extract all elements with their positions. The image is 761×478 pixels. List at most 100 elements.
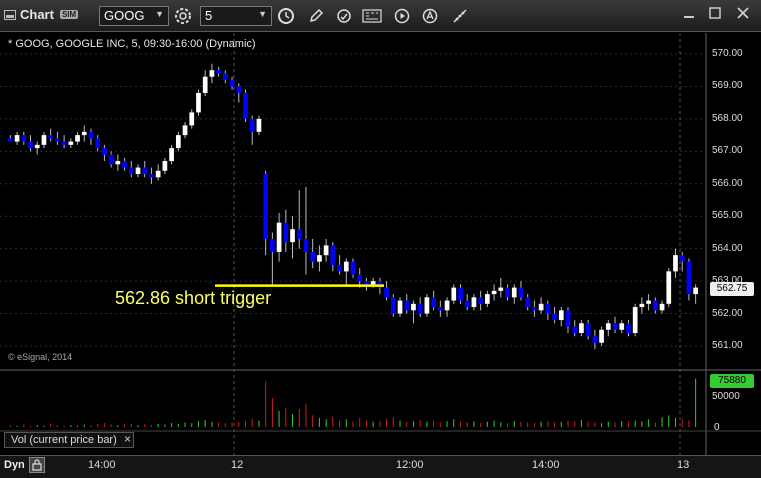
candle-body bbox=[471, 297, 477, 308]
symbol-input[interactable]: GOOG ▼ bbox=[99, 6, 169, 26]
candle-body bbox=[491, 290, 497, 295]
volume-axis-label: 50000 bbox=[712, 391, 740, 402]
candle-body bbox=[48, 135, 54, 139]
candle-body bbox=[558, 310, 564, 321]
minimize-icon[interactable] bbox=[680, 4, 698, 22]
close-study-icon[interactable]: × bbox=[124, 432, 131, 446]
candle-body bbox=[303, 238, 309, 252]
candle-body bbox=[464, 300, 470, 308]
candle-body bbox=[296, 229, 302, 239]
candle-body bbox=[135, 167, 141, 175]
price-axis-label: 564.00 bbox=[712, 242, 743, 254]
refresh-icon[interactable] bbox=[334, 6, 354, 26]
dyn-toggle[interactable]: Dyn bbox=[4, 459, 25, 471]
candle-body bbox=[397, 300, 403, 314]
sim-badge: SIM bbox=[59, 10, 79, 19]
candle-body bbox=[585, 323, 591, 337]
maximize-icon[interactable] bbox=[706, 4, 724, 22]
candle-body bbox=[290, 229, 295, 243]
candle-body bbox=[317, 255, 322, 262]
volume-study-label[interactable]: Vol (current price bar) bbox=[4, 432, 134, 448]
candle-body bbox=[243, 92, 248, 119]
candle-body bbox=[169, 148, 174, 162]
candle-body bbox=[216, 70, 221, 74]
chevron-down-icon[interactable]: ▼ bbox=[155, 9, 164, 19]
candle-body bbox=[424, 297, 430, 314]
close-icon[interactable] bbox=[734, 4, 752, 22]
candle-body bbox=[249, 118, 255, 132]
candle-body bbox=[639, 303, 645, 308]
candle-body bbox=[511, 287, 517, 298]
candle-body bbox=[652, 300, 658, 311]
candle-body bbox=[337, 264, 342, 272]
time-axis-label: 14:00 bbox=[532, 459, 560, 471]
candle-body bbox=[518, 287, 524, 298]
lock-icon[interactable] bbox=[29, 457, 45, 473]
candle-body bbox=[14, 135, 20, 142]
candle-body bbox=[673, 255, 678, 272]
candle-body bbox=[270, 238, 275, 252]
clock-icon[interactable] bbox=[276, 6, 296, 26]
candle-body bbox=[632, 307, 638, 334]
candle-body bbox=[444, 300, 450, 311]
candle-body bbox=[102, 148, 107, 155]
candle-body bbox=[538, 303, 544, 311]
candle-body bbox=[679, 255, 685, 262]
play-icon[interactable] bbox=[392, 6, 412, 26]
candle-body bbox=[310, 251, 316, 262]
candle-body bbox=[41, 135, 47, 145]
candle-body bbox=[579, 323, 584, 334]
candle-body bbox=[343, 261, 349, 272]
candle-body bbox=[95, 138, 101, 149]
candle-body bbox=[283, 222, 289, 243]
candle-body bbox=[263, 174, 269, 239]
candle-body bbox=[370, 281, 376, 285]
copyright-text: © eSignal, 2014 bbox=[8, 352, 73, 362]
candle-body bbox=[229, 79, 235, 87]
candle-body bbox=[21, 135, 27, 142]
candle-body bbox=[572, 326, 578, 334]
candle-body bbox=[545, 303, 551, 314]
candle-body bbox=[525, 297, 531, 308]
candle-body bbox=[68, 141, 74, 145]
candle-body bbox=[605, 323, 611, 330]
candle-body bbox=[626, 323, 631, 334]
alert-icon[interactable] bbox=[420, 6, 440, 26]
candle-body bbox=[55, 138, 60, 142]
candle-body bbox=[659, 303, 665, 311]
get-icon[interactable] bbox=[362, 6, 382, 26]
last-price-tag: 562.75 bbox=[710, 282, 754, 296]
time-axis-label: 12:00 bbox=[396, 459, 424, 471]
candle-body bbox=[196, 92, 201, 113]
interval-input[interactable]: 5 ▼ bbox=[200, 6, 272, 26]
candle-body bbox=[81, 131, 87, 136]
candle-body bbox=[666, 271, 672, 304]
candle-body bbox=[505, 287, 510, 298]
candle-body bbox=[552, 313, 557, 321]
candle-body bbox=[115, 161, 121, 165]
candle-body bbox=[276, 222, 282, 252]
trigger-annotation: 562.86 short trigger bbox=[115, 288, 272, 308]
candle-body bbox=[189, 112, 195, 126]
candle-body bbox=[364, 281, 369, 285]
price-chart[interactable] bbox=[0, 33, 761, 455]
candle-body bbox=[236, 86, 242, 93]
candle-body bbox=[350, 261, 356, 275]
candle-body bbox=[431, 297, 436, 308]
candle-body bbox=[28, 141, 33, 149]
price-axis-label: 567.00 bbox=[712, 145, 743, 157]
time-axis-label: 12 bbox=[231, 459, 244, 471]
pencil-icon[interactable] bbox=[306, 6, 326, 26]
price-axis-label: 562.00 bbox=[712, 307, 743, 319]
price-axis-label: 561.00 bbox=[712, 340, 743, 351]
chevron-down-icon[interactable]: ▼ bbox=[258, 9, 267, 19]
drawing-tools-icon[interactable] bbox=[450, 6, 470, 26]
candle-body bbox=[34, 144, 40, 149]
candle-body bbox=[162, 161, 168, 171]
candle-body bbox=[175, 135, 181, 149]
volume-axis-label: 0 bbox=[714, 422, 720, 433]
settings-gear-icon[interactable] bbox=[173, 6, 193, 26]
chart-title: * GOOG, GOOGLE INC, 5, 09:30-16:00 (Dyna… bbox=[8, 38, 256, 50]
candle-body bbox=[88, 131, 94, 139]
candle-body bbox=[612, 323, 618, 330]
